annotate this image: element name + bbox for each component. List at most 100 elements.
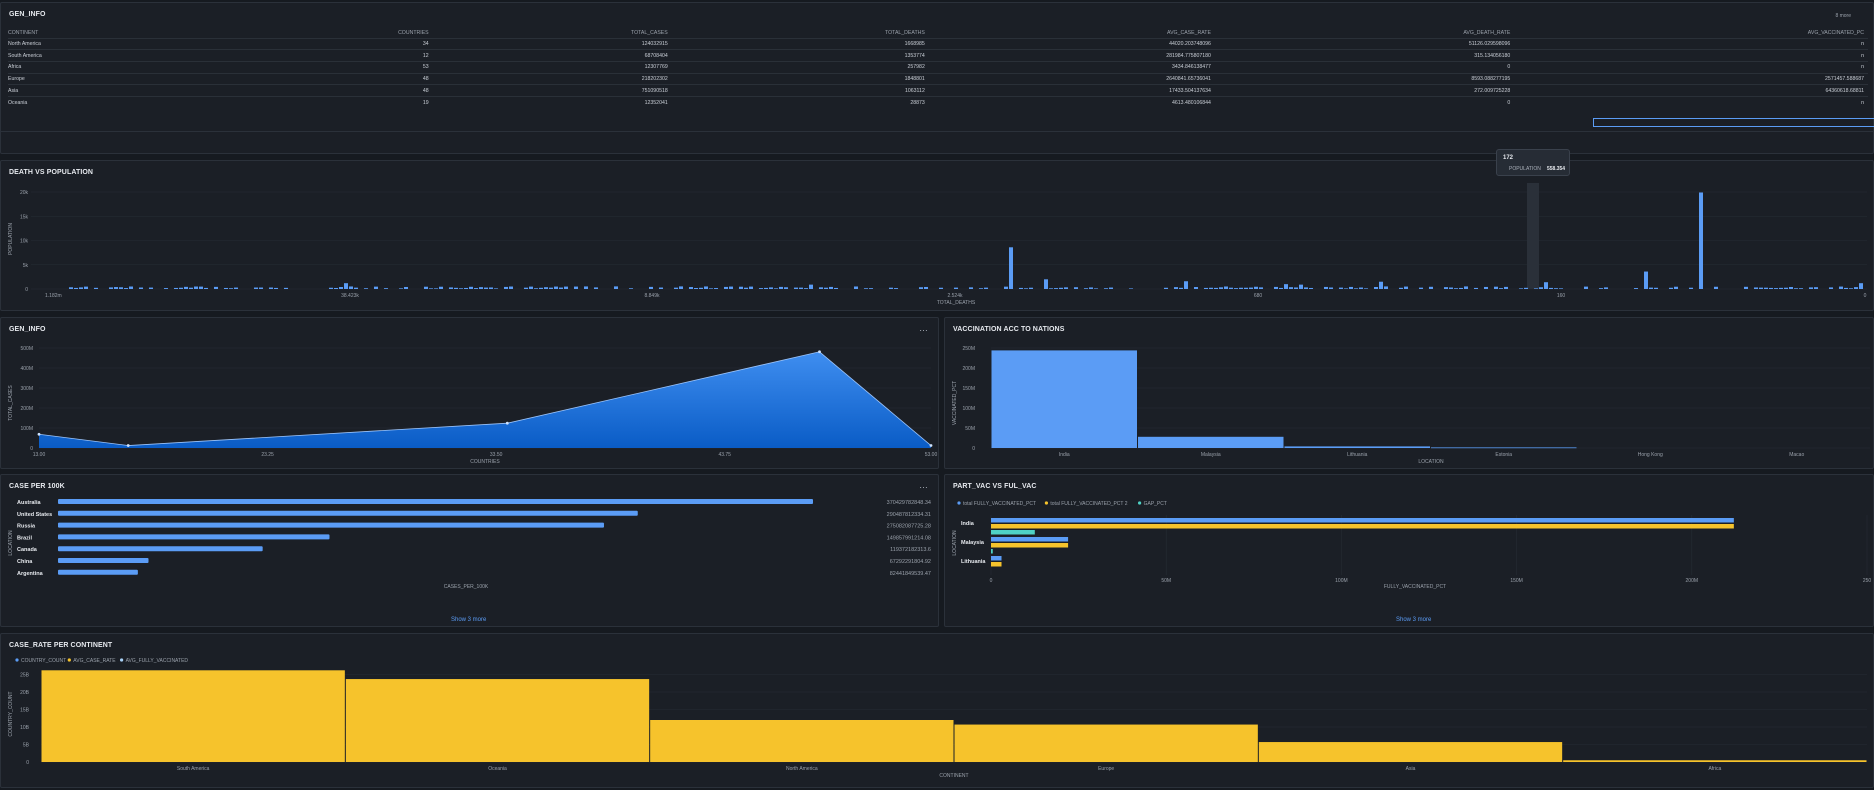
- histogram-bar: [1454, 288, 1458, 289]
- histogram-bar: [224, 287, 228, 289]
- histogram-bar: [1774, 288, 1778, 289]
- histogram-bar: [1534, 288, 1538, 289]
- x-tick-label: 680: [1254, 293, 1263, 299]
- show-more-button[interactable]: Show 3 more: [1396, 617, 1431, 623]
- x-tick-label: 150M: [1510, 578, 1523, 584]
- x-tick-label: Oceania: [488, 766, 507, 772]
- histogram-bar: [94, 287, 98, 289]
- legend-swatch: [957, 501, 961, 505]
- data-point: [929, 444, 933, 447]
- column-header[interactable]: AVG_VACCINATED_PC: [1514, 29, 1868, 38]
- histogram-bar: [189, 287, 193, 289]
- show-more-button[interactable]: Show 3 more: [451, 617, 486, 623]
- case-rate-chart[interactable]: COUNTRY_COUNT AVG_CASE_RATE AVG_FULLY_VACC…: [1, 634, 1874, 789]
- table-cell: Africa: [8, 60, 230, 74]
- gen-info-area-panel: GEN_INFO … 500M 400M 300M 200M 100M 0 13.00 23.…: [0, 317, 939, 469]
- case-per-100k-chart[interactable]: Australia 370429782848.34 United States 290…: [1, 475, 940, 615]
- vaccination-chart[interactable]: 250M 200M 150M 100M 50M 0 India Malaysia Lithuan…: [945, 318, 1874, 470]
- histogram-bar: [1714, 286, 1718, 289]
- histogram-bar: [164, 288, 168, 289]
- histogram-bar: [1044, 279, 1048, 289]
- y-tick-label: 0: [972, 446, 975, 452]
- table-cell: 1063112: [671, 84, 929, 97]
- column-header[interactable]: COUNTRIES: [230, 29, 433, 38]
- histogram-bar: [1374, 286, 1378, 289]
- table-row[interactable]: Africa 53 12307769 257982 3434.846138477 0 n: [8, 60, 1868, 74]
- hbar: [58, 522, 604, 528]
- histogram-bar: [794, 287, 798, 289]
- x-tick-label: Africa: [1708, 766, 1721, 772]
- histogram-bar: [1254, 286, 1258, 289]
- histogram-bar: [489, 287, 493, 289]
- histogram-bar: [679, 286, 683, 289]
- histogram-bar: [894, 288, 898, 289]
- histogram-bar: [184, 286, 188, 289]
- column-header[interactable]: TOTAL_CASES: [433, 29, 672, 38]
- column-header[interactable]: CONTINENT: [8, 29, 230, 38]
- column-header[interactable]: AVG_CASE_RATE: [929, 29, 1215, 38]
- column-header[interactable]: AVG_DEATH_RATE: [1215, 29, 1514, 38]
- x-axis-label: CASES_PER_100K: [444, 584, 489, 590]
- y-axis-label: TOTAL_CASES: [8, 385, 14, 421]
- histogram-bar: [1354, 288, 1358, 289]
- histogram-bar: [804, 288, 808, 289]
- gen-info-area-chart[interactable]: 500M400M300M200M100M013.00 23.25 33.50 43.7…: [1, 318, 940, 470]
- histogram-bar: [329, 287, 333, 289]
- x-tick-label: 33.50: [490, 452, 503, 458]
- chart-tooltip: 172 POPULATION 558.354: [1496, 149, 1570, 176]
- histogram-bar: [1224, 286, 1228, 289]
- table-row[interactable]: Europe 48 218202302 1848801 2640841.65736041…: [8, 72, 1868, 85]
- x-tick-label: 0: [990, 578, 993, 584]
- histogram-bar: [1179, 287, 1183, 289]
- category-label: Brazil: [17, 535, 32, 541]
- hbar: [58, 510, 638, 516]
- value-label: 149857991214.08: [887, 535, 931, 541]
- table-row[interactable]: South America 12 68708404 1353774 281984.775…: [8, 49, 1868, 62]
- histogram-bar: [834, 287, 838, 289]
- x-tick-label: Estonia: [1495, 452, 1512, 458]
- histogram-bar: [434, 288, 438, 289]
- table-scrollbar[interactable]: [1593, 118, 1874, 127]
- histogram-bar: [254, 287, 258, 289]
- table-cell: 751090518: [432, 84, 672, 97]
- part-vac-chart[interactable]: total FULLY_VACCINATED_PCT total FULLY_VA…: [945, 475, 1874, 615]
- histogram-bar: [429, 288, 433, 289]
- hbar: [991, 549, 993, 554]
- value-label: 275082087725.28: [887, 524, 931, 530]
- legend-label: COUNTRY_COUNT: [21, 658, 66, 664]
- x-tick-label: 43.75: [718, 452, 731, 458]
- histogram-bar: [759, 288, 763, 289]
- death-vs-population-chart[interactable]: 20k 15k 10k 5k 0 1.182m 38.423k 8.849k 2.524k 680…: [1, 161, 1874, 312]
- table-cell: South America: [8, 49, 230, 62]
- histogram-bar: [149, 287, 153, 289]
- legend-label: total FULLY_VACCINATED_PCT: [963, 501, 1036, 507]
- table-cell: n: [1514, 49, 1868, 62]
- histogram-bar: [1304, 287, 1308, 289]
- x-tick-label: 8.849k: [644, 293, 660, 299]
- x-axis-label: LOCATION: [1418, 459, 1444, 465]
- histogram-bar: [1464, 286, 1468, 289]
- histogram-bar: [1599, 288, 1603, 289]
- histogram-bar: [1379, 281, 1383, 289]
- y-tick-label: 500M: [20, 346, 33, 352]
- histogram-bar: [539, 287, 543, 289]
- table-cell: n: [1514, 95, 1868, 109]
- table-row[interactable]: Oceania 19 12352041 28873 4613.480106844 0 n: [8, 95, 1868, 109]
- column-header[interactable]: TOTAL_DEATHS: [672, 29, 929, 38]
- gen-info-table-panel: GEN_INFO 8 more CONTINENT COUNTRIES TOTAL_…: [0, 2, 1874, 154]
- table-row[interactable]: Asia 48 751090518 1063112 17433.504137634 272…: [8, 84, 1868, 97]
- more-columns-link[interactable]: 8 more: [1835, 13, 1851, 19]
- histogram-bar: [269, 287, 273, 289]
- histogram-bar: [349, 286, 353, 289]
- legend-swatch: [120, 658, 124, 662]
- histogram-bar: [534, 288, 538, 289]
- hbar: [991, 537, 1069, 542]
- y-axis-label: VACCINATED_PCT: [952, 381, 958, 425]
- histogram-bar: [1204, 287, 1208, 289]
- hbar: [991, 524, 1734, 529]
- histogram-bar: [1769, 287, 1773, 289]
- table-cell: 28873: [671, 95, 929, 109]
- histogram-bar: [384, 288, 388, 289]
- table-row[interactable]: North America 34 124032915 1668985 44020.203…: [8, 37, 1868, 50]
- histogram-bar: [1344, 288, 1348, 289]
